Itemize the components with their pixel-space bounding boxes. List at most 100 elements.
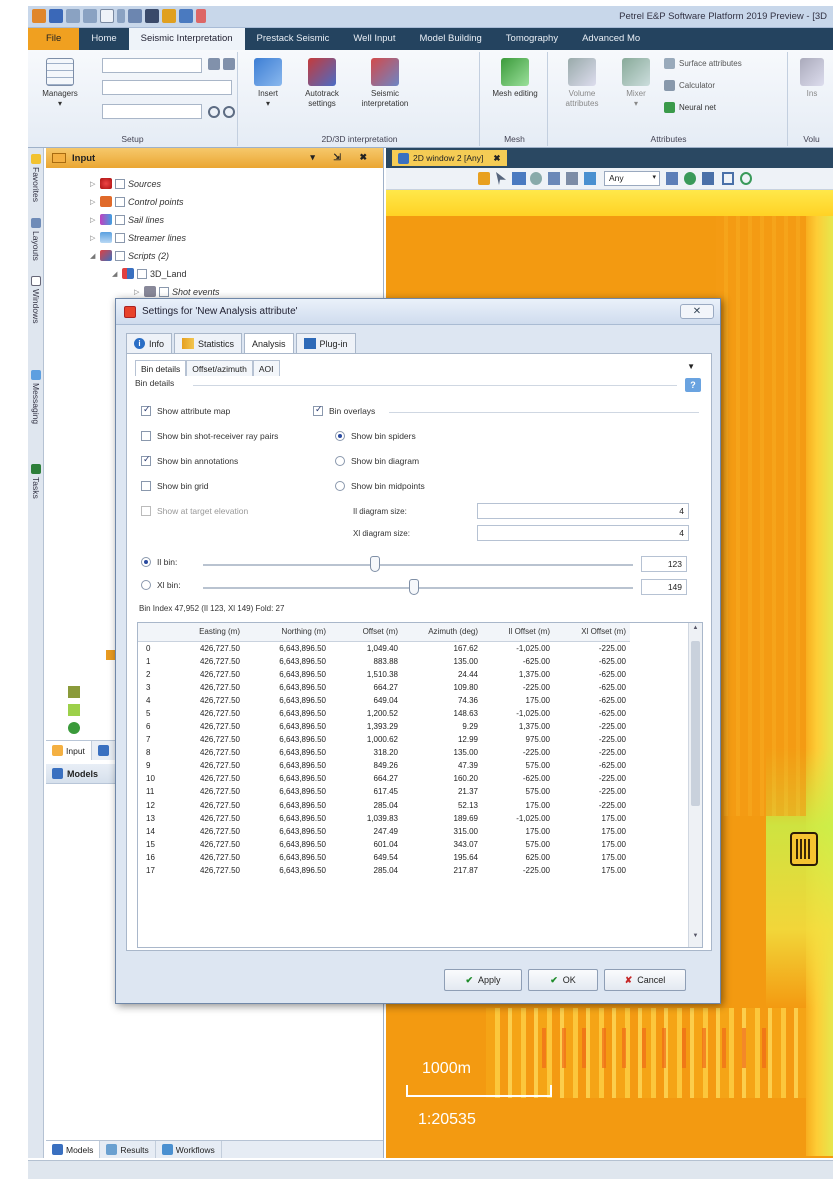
dropdown-icon[interactable] xyxy=(117,9,125,23)
table-row[interactable]: 8 426,727.50 6,643,896.50 318.20 135.00 -225.… xyxy=(138,746,630,759)
window-icon[interactable] xyxy=(100,9,114,23)
col-header-easting[interactable]: Easting (m) xyxy=(166,623,244,642)
expand-arrow-icon[interactable]: ▷ xyxy=(134,288,141,296)
bin-overlays-checkbox[interactable]: Bin overlays xyxy=(313,404,375,416)
managers-button[interactable]: Managers ▾ xyxy=(32,58,88,109)
show-diagram-radio[interactable]: Show bin diagram xyxy=(335,456,419,466)
neural-net-button[interactable]: Neural net xyxy=(664,102,716,113)
tree-checkbox[interactable] xyxy=(115,250,125,261)
tree-item-sources[interactable]: ▷ Sources xyxy=(90,178,161,189)
apply-button[interactable]: ✔ Apply xyxy=(444,969,522,991)
redo-icon[interactable] xyxy=(83,9,97,23)
col-header-offset[interactable]: Offset (m) xyxy=(330,623,402,642)
show-annotations-checkbox[interactable]: Show bin annotations xyxy=(141,454,238,466)
tab-well-input[interactable]: Well Input xyxy=(341,28,407,50)
tree-item-scripts[interactable]: ◢ Scripts (2) xyxy=(90,250,169,261)
table-row[interactable]: 5 426,727.50 6,643,896.50 1,200.52 148.63 -1,… xyxy=(138,707,630,720)
mesh-editing-button[interactable]: Mesh editing xyxy=(488,58,542,99)
pane-tab-input[interactable]: Input xyxy=(46,741,92,760)
table-row[interactable]: 15 426,727.50 6,643,896.50 601.04 343.07 575.… xyxy=(138,838,630,851)
tree-checkbox[interactable] xyxy=(115,196,125,207)
eye-icon[interactable] xyxy=(684,172,696,185)
settings-gear-icon[interactable] xyxy=(208,106,220,118)
pane-controls[interactable]: ▾ ⇲ ✖ xyxy=(310,152,375,163)
table-row[interactable]: 16 426,727.50 6,643,896.50 649.54 195.64 625.… xyxy=(138,851,630,864)
table-row[interactable]: 4 426,727.50 6,643,896.50 649.04 74.36 175.00… xyxy=(138,694,630,707)
table-row[interactable]: 7 426,727.50 6,643,896.50 1,000.62 12.99 975.… xyxy=(138,733,630,746)
radio-dot[interactable] xyxy=(335,481,345,491)
col-header-northing[interactable]: Northing (m) xyxy=(244,623,330,642)
table-row[interactable]: 0 426,727.50 6,643,896.50 1,049.40 167.62 -1,… xyxy=(138,641,630,655)
setup-combo-2[interactable] xyxy=(102,80,232,95)
show-spiders-radio[interactable]: Show bin spiders xyxy=(335,431,416,441)
radio-dot[interactable] xyxy=(141,557,151,567)
domain-select[interactable]: Any ▾ xyxy=(604,171,660,186)
subtab-offset-azimuth[interactable]: Offset/azimuth xyxy=(186,360,253,376)
il-bin-slider-thumb[interactable] xyxy=(370,556,380,572)
view-grid-icon[interactable] xyxy=(702,172,714,185)
show-grid-checkbox[interactable]: Show bin grid xyxy=(141,481,209,491)
collapse-arrow-icon[interactable]: ◢ xyxy=(112,270,119,278)
link-icon[interactable] xyxy=(584,172,596,185)
checkbox-box[interactable] xyxy=(141,506,151,516)
checkbox-box[interactable] xyxy=(141,431,151,441)
tree-item-control-points[interactable]: ▷ Control points xyxy=(90,196,184,207)
checkbox-box[interactable] xyxy=(141,404,151,416)
save-icon[interactable] xyxy=(49,9,63,23)
vtab-layouts[interactable]: Layouts xyxy=(29,218,43,261)
col-header-il-offset[interactable]: Il Offset (m) xyxy=(482,623,554,642)
table-row[interactable]: 14 426,727.50 6,643,896.50 247.49 315.00 175.… xyxy=(138,825,630,838)
home-view-icon[interactable] xyxy=(666,172,678,185)
pointer-icon[interactable] xyxy=(496,172,506,185)
tab-advanced-modeling[interactable]: Advanced Mo xyxy=(570,28,652,50)
radio-dot[interactable] xyxy=(141,580,151,590)
dialog-close-button[interactable]: ✕ xyxy=(680,304,714,319)
bottom-tab-results[interactable]: Results xyxy=(100,1141,156,1158)
xl-bin-slider-thumb[interactable] xyxy=(408,579,419,595)
volume-attributes-button[interactable]: Volume attributes xyxy=(554,58,610,109)
tree-item-sail-lines[interactable]: ▷ Sail lines xyxy=(90,214,164,225)
tree-checkbox[interactable] xyxy=(115,178,125,189)
tab-model-building[interactable]: Model Building xyxy=(407,28,493,50)
tree-checkbox[interactable] xyxy=(137,268,147,279)
checkbox-box[interactable] xyxy=(313,404,323,416)
tab-info[interactable]: i Info xyxy=(126,333,173,353)
view-marker-icon[interactable] xyxy=(790,832,818,866)
subtab-dropdown-icon[interactable]: ▼ xyxy=(687,362,695,371)
expand-arrow-icon[interactable]: ▷ xyxy=(90,198,97,206)
show-shot-receiver-checkbox[interactable]: Show bin shot-receiver ray pairs xyxy=(141,431,278,441)
ok-button[interactable]: ✔ OK xyxy=(528,969,598,991)
pan-icon[interactable] xyxy=(530,172,542,185)
expand-arrow-icon[interactable]: ▷ xyxy=(90,234,97,242)
tab-analysis[interactable]: Analysis xyxy=(244,333,294,354)
target-icon[interactable] xyxy=(740,172,752,185)
table-row[interactable]: 17 426,727.50 6,643,896.50 285.04 217.87 -225… xyxy=(138,864,630,877)
show-attribute-map-checkbox[interactable]: Show attribute map xyxy=(141,404,230,416)
expand-arrow-icon[interactable]: ▷ xyxy=(90,180,97,188)
xl-diagram-size-input[interactable]: 4 xyxy=(477,525,689,541)
tab-tomography[interactable]: Tomography xyxy=(494,28,570,50)
undo-icon[interactable] xyxy=(66,9,80,23)
tab-prestack-seismic[interactable]: Prestack Seismic xyxy=(245,28,342,50)
close-tab-icon[interactable]: ✖ xyxy=(493,153,500,164)
table-row[interactable]: 13 426,727.50 6,643,896.50 1,039.83 189.69 -1… xyxy=(138,812,630,825)
copy-icon[interactable] xyxy=(208,58,220,70)
bottom-tab-models[interactable]: Models xyxy=(46,1141,101,1158)
settings-gear-icon-2[interactable] xyxy=(223,106,235,118)
table-row[interactable]: 6 426,727.50 6,643,896.50 1,393.29 9.29 1,375… xyxy=(138,720,630,733)
misc-icon[interactable] xyxy=(196,9,206,23)
table-scrollbar[interactable]: ▲ ▼ xyxy=(688,623,702,947)
table-row[interactable]: 2 426,727.50 6,643,896.50 1,510.38 24.44 1,37… xyxy=(138,668,630,681)
col-header-azimuth[interactable]: Azimuth (deg) xyxy=(402,623,482,642)
radio-dot[interactable] xyxy=(335,456,345,466)
table-row[interactable]: 1 426,727.50 6,643,896.50 883.88 135.00 -625.… xyxy=(138,655,630,668)
vtab-tasks[interactable]: Tasks xyxy=(29,464,43,499)
tab-seismic-interpretation[interactable]: Seismic Interpretation xyxy=(128,28,245,50)
radio-dot[interactable] xyxy=(335,431,345,441)
il-bin-radio[interactable]: Il bin: xyxy=(141,557,177,567)
show-target-elevation-checkbox[interactable]: Show at target elevation xyxy=(141,506,248,516)
pane-tab-second[interactable] xyxy=(92,741,116,760)
checkbox-box[interactable] xyxy=(141,454,151,466)
tree-checkbox[interactable] xyxy=(115,232,125,243)
tree-item-shot-events[interactable]: ▷ Shot events xyxy=(134,286,220,297)
